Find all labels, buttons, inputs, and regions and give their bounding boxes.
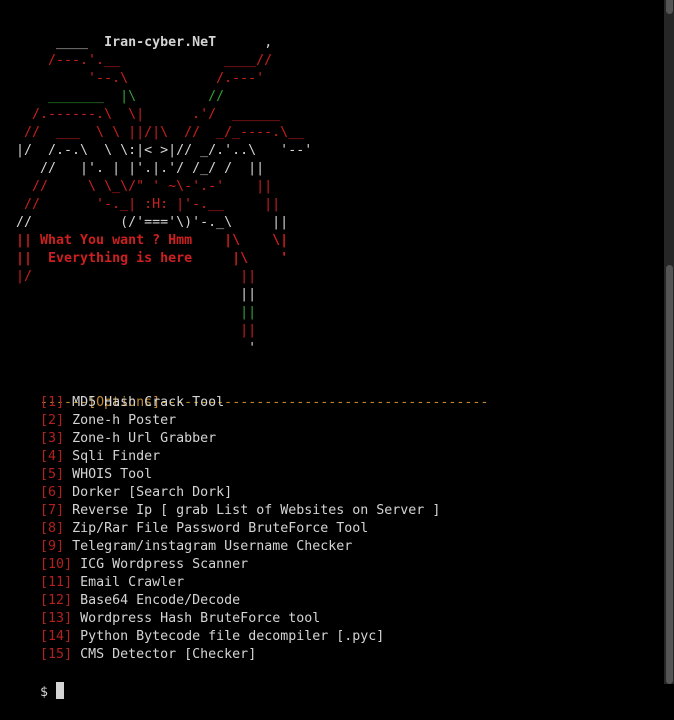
- banner-line: // \ \_\/" ' ~\-'.-' ||: [8, 178, 272, 196]
- option-number: 1: [48, 395, 57, 410]
- option-label: Reverse Ip [ grab List of Websites on Se…: [72, 503, 441, 518]
- banner-text: || Everything is here |\ ': [8, 251, 289, 266]
- option-label: Python Bytecode file decompiler [.pyc]: [80, 629, 385, 644]
- banner-line: _______ |\ //: [8, 88, 224, 106]
- option-number: 13: [48, 611, 65, 626]
- banner-text: _______: [8, 89, 121, 104]
- banner-line: // (/'==='\)'-._\ ||: [8, 214, 288, 232]
- option-item[interactable]: [4] Sqli Finder: [8, 448, 160, 466]
- option-label: Base64 Encode/Decode: [80, 593, 241, 608]
- banner-text: ____: [8, 35, 105, 50]
- option-item[interactable]: [9] Telegram/instagram Username Checker: [8, 538, 352, 556]
- banner-line: // |'. | |'.|.'/ /_/ / ||: [8, 160, 264, 178]
- option-label: ICG Wordpress Scanner: [80, 557, 249, 572]
- banner-line: |/ ||: [8, 268, 256, 286]
- option-label: WHOIS Tool: [72, 467, 153, 482]
- option-number: 11: [48, 575, 65, 590]
- banner-line: /---.'.__ ____//: [8, 52, 272, 70]
- option-number: 9: [48, 539, 57, 554]
- banner-line: ____ Iran-cyber.NeT ,: [8, 34, 272, 52]
- banner-text: '--.\ /.---': [8, 71, 265, 86]
- option-label: Telegram/instagram Username Checker: [72, 539, 353, 554]
- banner-text: // |'. | |'.|.'/ /_/ / ||: [8, 161, 265, 176]
- scrollbar-top-cap: [666, 0, 673, 14]
- option-label: Zip/Rar File Password BruteForce Tool: [72, 521, 369, 536]
- banner-text: // '-._| :H: |'-.__ ||: [8, 197, 281, 212]
- banner-text: ': [8, 341, 257, 356]
- option-item[interactable]: [12] Base64 Encode/Decode: [8, 592, 240, 610]
- option-number: 7: [48, 503, 57, 518]
- option-item[interactable]: [10] ICG Wordpress Scanner: [8, 556, 248, 574]
- option-number: 5: [48, 467, 57, 482]
- option-item[interactable]: [5] WHOIS Tool: [8, 466, 152, 484]
- banner-text: // ___ \ \ ||/|\ // _/_----.\__: [8, 125, 305, 140]
- option-item[interactable]: [3] Zone-h Url Grabber: [8, 430, 216, 448]
- banner-line: '--.\ /.---': [8, 70, 264, 88]
- vertical-scrollbar[interactable]: [664, 0, 674, 684]
- option-number: 2: [48, 413, 57, 428]
- banner-line: // ___ \ \ ||/|\ // _/_----.\__: [8, 124, 304, 142]
- option-item[interactable]: [1] MD5 Hash Crack Tool: [8, 394, 224, 412]
- option-number: 10: [48, 557, 65, 572]
- option-number: 4: [48, 449, 57, 464]
- option-number: 6: [48, 485, 57, 500]
- command-prompt[interactable]: $: [8, 664, 65, 700]
- text-cursor[interactable]: [56, 682, 65, 699]
- banner-text: Iran-cyber.NeT: [104, 35, 217, 50]
- banner-text: // (/'==='\)'-._\ ||: [8, 215, 289, 230]
- option-item[interactable]: [7] Reverse Ip [ grab List of Websites o…: [8, 502, 440, 520]
- banner-line: ': [8, 340, 256, 358]
- banner-text: ||: [8, 323, 257, 338]
- banner-text: |/ ||: [8, 269, 257, 284]
- option-label: Sqli Finder: [72, 449, 161, 464]
- banner-text: ||: [8, 287, 257, 302]
- banner-line: ||: [8, 304, 256, 322]
- options-header: ------[Options]-------------------------…: [8, 376, 488, 410]
- option-item[interactable]: [13] Wordpress Hash BruteForce tool: [8, 610, 320, 628]
- option-number: 14: [48, 629, 65, 644]
- option-label: Zone-h Url Grabber: [72, 431, 217, 446]
- option-number: 8: [48, 521, 57, 536]
- banner-line: || Everything is here |\ ': [8, 250, 288, 268]
- banner-text: |\: [120, 89, 137, 104]
- banner-text: || What You want ? Hmm |\ \|: [8, 233, 289, 248]
- banner-text: /---.'.__ ____//: [8, 53, 273, 68]
- option-number: 12: [48, 593, 65, 608]
- banner-line: ||: [8, 322, 256, 340]
- banner-text: ||: [8, 305, 257, 320]
- option-label: CMS Detector [Checker]: [80, 647, 257, 662]
- banner-line: /.------.\ \| .'/ ______: [8, 106, 280, 124]
- option-label: Email Crawler: [80, 575, 185, 590]
- banner-text: [136, 89, 208, 104]
- option-label: Dorker [Search Dork]: [72, 485, 233, 500]
- option-item[interactable]: [2] Zone-h Poster: [8, 412, 176, 430]
- banner-text: ,: [216, 35, 273, 50]
- banner-line: // '-._| :H: |'-.__ ||: [8, 196, 280, 214]
- banner-line: || What You want ? Hmm |\ \|: [8, 232, 288, 250]
- option-item[interactable]: [11] Email Crawler: [8, 574, 184, 592]
- banner-line: ||: [8, 286, 256, 304]
- option-label: MD5 Hash Crack Tool: [72, 395, 225, 410]
- option-number: 15: [48, 647, 65, 662]
- option-label: Zone-h Poster: [72, 413, 177, 428]
- option-number: 3: [48, 431, 57, 446]
- banner-text: //: [208, 89, 225, 104]
- banner-text: /.------.\ \| .'/ ______: [8, 107, 281, 122]
- scrollbar-thumb[interactable]: [666, 265, 673, 684]
- prompt-symbol: $: [40, 685, 57, 700]
- option-item[interactable]: [6] Dorker [Search Dork]: [8, 484, 232, 502]
- option-item[interactable]: [14] Python Bytecode file decompiler [.p…: [8, 628, 384, 646]
- terminal-window[interactable]: ____ Iran-cyber.NeT , /---.'.__ ____// '…: [0, 0, 664, 700]
- option-label: Wordpress Hash BruteForce tool: [80, 611, 321, 626]
- banner-text: |/ /.-.\ \ \:|< >|// _/.'..\ '--': [8, 143, 313, 158]
- option-item[interactable]: [15] CMS Detector [Checker]: [8, 646, 256, 664]
- option-item[interactable]: [8] Zip/Rar File Password BruteForce Too…: [8, 520, 368, 538]
- banner-text: // \ \_\/" ' ~\-'.-' ||: [8, 179, 273, 194]
- banner-line: |/ /.-.\ \ \:|< >|// _/.'..\ '--': [8, 142, 312, 160]
